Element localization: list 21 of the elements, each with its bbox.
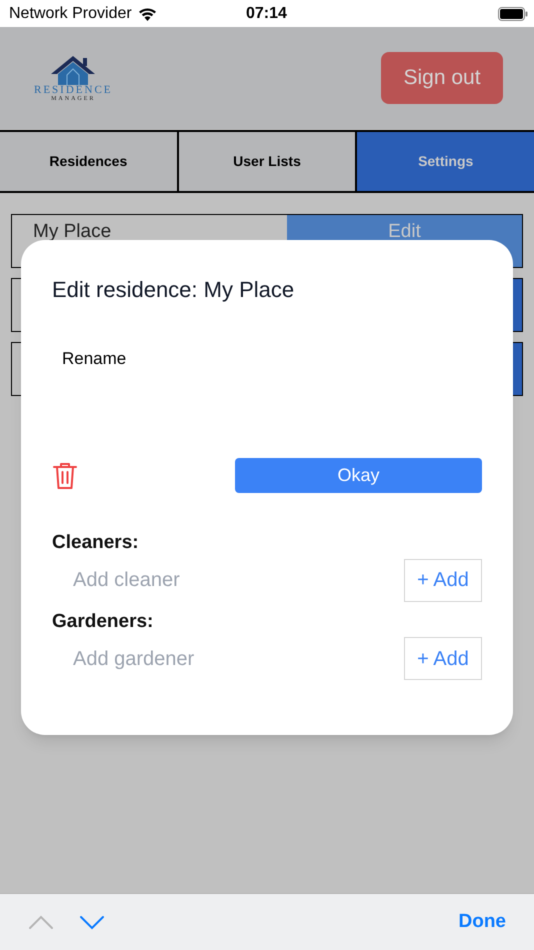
- trash-icon[interactable]: [52, 462, 78, 490]
- chevron-down-icon[interactable]: [79, 914, 105, 930]
- tab[interactable]: Settings: [355, 132, 534, 191]
- add-button[interactable]: + Add: [404, 637, 482, 680]
- clock-time: 07:14: [246, 4, 287, 24]
- tab[interactable]: User Lists: [176, 132, 356, 191]
- name-field[interactable]: Add gardener: [73, 644, 373, 674]
- dialog-title: Edit residence: My Place: [52, 276, 294, 304]
- residence-name: My Place: [33, 221, 112, 242]
- name-field[interactable]: Add cleaner: [73, 565, 373, 595]
- section-heading: Gardeners:: [52, 610, 154, 634]
- tab[interactable]: Residences: [0, 132, 177, 191]
- sign-out-button[interactable]: Sign out: [381, 52, 503, 104]
- section-heading: Cleaners:: [52, 531, 139, 555]
- wifi-icon: [138, 6, 157, 20]
- battery-icon: [498, 6, 528, 20]
- okay-button[interactable]: Okay: [235, 458, 482, 493]
- done-button[interactable]: Done: [458, 908, 506, 936]
- add-button[interactable]: + Add: [404, 558, 482, 602]
- carrier-name: Network Provider: [9, 4, 132, 24]
- rename-field[interactable]: Rename: [62, 346, 462, 372]
